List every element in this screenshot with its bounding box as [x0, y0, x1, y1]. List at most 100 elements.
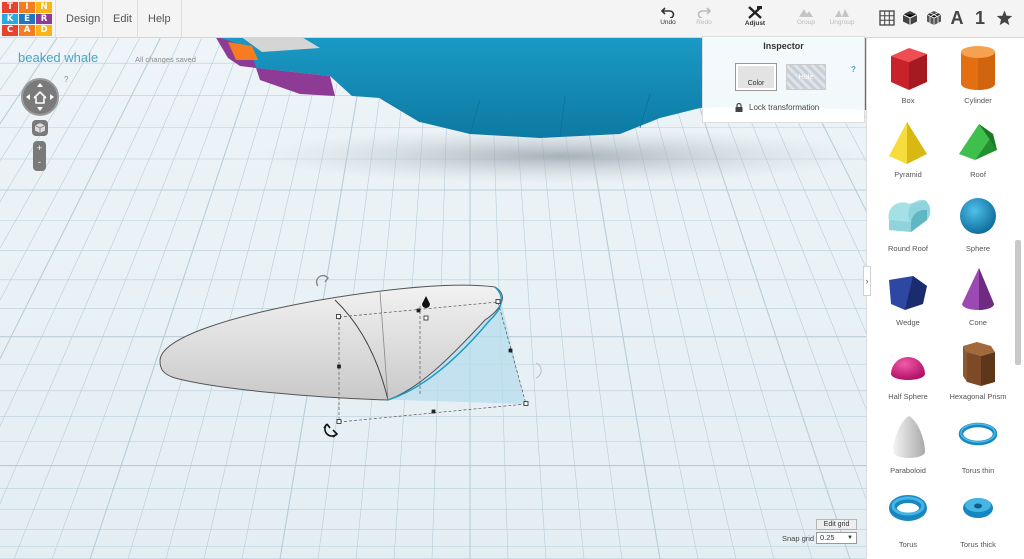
group-icon: [799, 9, 813, 17]
cone-icon: [962, 268, 995, 310]
top-toolbar: T I N K E R C A D Design Edit Help Undo …: [0, 0, 1024, 38]
ungroup-button[interactable]: Ungroup: [822, 6, 862, 34]
logo-letter: R: [36, 13, 52, 24]
shape-sphere[interactable]: Sphere: [943, 190, 1013, 260]
shape-cone[interactable]: Cone: [943, 264, 1013, 334]
patterned-cube-icon: [926, 11, 942, 25]
shape-torus-thick[interactable]: Torus thick: [943, 486, 1013, 556]
basic-shapes-button[interactable]: [901, 7, 919, 29]
lock-icon: [735, 103, 743, 112]
zoom-control[interactable]: + -: [33, 141, 46, 171]
pyramid-icon: [889, 122, 927, 164]
panel-collapse-handle[interactable]: ›: [863, 266, 871, 296]
shape-label: Wedge: [896, 318, 920, 327]
shape-label: Roof: [970, 170, 986, 179]
adjust-button[interactable]: Adjust: [735, 6, 775, 34]
chevron-down-icon: ▼: [847, 535, 853, 541]
shape-cylinder[interactable]: Cylinder: [943, 42, 1013, 112]
shape-roof[interactable]: Roof: [943, 116, 1013, 186]
edit-grid-button[interactable]: Edit grid: [816, 519, 857, 530]
save-status: All changes saved: [135, 55, 196, 64]
paraboloid-icon: [893, 416, 925, 458]
box-icon: [891, 48, 927, 90]
menu-edit[interactable]: Edit: [102, 0, 142, 38]
favorites-button[interactable]: [994, 7, 1014, 29]
logo-letter: E: [19, 13, 35, 24]
logo-letter: I: [19, 2, 35, 13]
shape-label: Torus thin: [961, 466, 995, 475]
shapes-panel-scrollbar[interactable]: [1015, 240, 1021, 365]
logo-letter: C: [2, 25, 18, 36]
group-button[interactable]: Group: [786, 6, 826, 34]
cylinder-icon: [961, 46, 995, 90]
undo-icon: [661, 7, 675, 18]
undo-button[interactable]: Undo: [648, 6, 688, 34]
shape-label: Pyramid: [894, 170, 922, 179]
color-button[interactable]: Color: [735, 63, 777, 91]
shape-label: Cone: [969, 318, 987, 327]
logo-letter: D: [36, 25, 52, 36]
menu-help[interactable]: Help: [137, 0, 182, 38]
redo-label: Redo: [696, 19, 712, 26]
shape-label: Sphere: [965, 244, 991, 253]
shape-wedge[interactable]: Wedge: [873, 264, 943, 334]
workplane-grid-button[interactable]: [878, 7, 896, 29]
ungroup-label: Ungroup: [829, 19, 855, 26]
view-help[interactable]: ?: [64, 75, 68, 84]
hexagonal-prism-icon: [963, 342, 995, 386]
shape-label: Round Roof: [887, 244, 929, 253]
torus-thin-icon: [958, 422, 998, 446]
redo-button[interactable]: Redo: [684, 6, 724, 34]
shape-half-sphere[interactable]: Half Sphere: [873, 338, 943, 408]
home-orbit-icon: [26, 83, 54, 111]
text-tool-button[interactable]: A: [948, 7, 966, 29]
logo-letter: T: [2, 2, 18, 13]
inspector-title: Inspector: [763, 41, 804, 51]
star-icon: [996, 10, 1012, 26]
undo-label: Undo: [660, 19, 676, 26]
logo-letter: K: [2, 13, 18, 24]
zoom-out-icon[interactable]: -: [33, 155, 46, 169]
snap-grid-value: 0.25: [820, 533, 835, 542]
wedge-icon: [889, 276, 927, 310]
redo-icon: [697, 7, 711, 18]
shapes-panel: Box Cylinder Pyramid Roof Round Roof Sph…: [866, 38, 1024, 559]
chevron-right-icon: ›: [865, 276, 869, 286]
zoom-in-icon[interactable]: +: [33, 141, 46, 155]
torus-thick-icon: [963, 498, 993, 518]
shape-label: Half Sphere: [888, 392, 928, 401]
shape-label: Torus: [898, 540, 918, 549]
view-cube-icon: [34, 123, 46, 133]
number-tool-button[interactable]: 1: [972, 7, 988, 29]
shape-round-roof[interactable]: Round Roof: [873, 190, 943, 260]
shape-box[interactable]: Box: [873, 42, 943, 112]
sphere-icon: [960, 198, 996, 234]
roof-icon: [959, 124, 997, 160]
shape-label: Hexagonal Prism: [949, 392, 1007, 401]
orbit-control[interactable]: [21, 78, 59, 116]
shape-pyramid[interactable]: Pyramid: [873, 116, 943, 186]
shape-hexagonal-prism[interactable]: Hexagonal Prism: [943, 338, 1013, 408]
round-roof-icon: [888, 199, 931, 232]
shape-paraboloid[interactable]: Paraboloid: [873, 412, 943, 482]
group-label: Group: [796, 19, 816, 26]
logo-letter: N: [36, 2, 52, 13]
snap-grid-label: Snap grid: [782, 534, 815, 543]
ungroup-icon: [835, 9, 849, 17]
grid-icon: [879, 10, 895, 26]
default-view-button[interactable]: [32, 120, 48, 136]
design-title[interactable]: beaked whale: [18, 50, 98, 65]
snap-grid-select[interactable]: 0.25 ▼: [816, 532, 857, 544]
shape-torus-thin[interactable]: Torus thin: [943, 412, 1013, 482]
inspector-help[interactable]: ?: [851, 65, 856, 74]
adjust-label: Adjust: [744, 20, 766, 27]
hole-button[interactable]: Hole: [786, 64, 826, 90]
adjust-icon: [748, 6, 762, 19]
tinkercad-logo[interactable]: T I N K E R C A D: [2, 2, 53, 36]
inspector-panel: Inspector Color Hole ? Lock transformati…: [702, 36, 865, 123]
torus-icon: [889, 495, 927, 521]
lock-transformation[interactable]: Lock transformation: [735, 103, 819, 112]
shape-torus[interactable]: Torus: [873, 486, 943, 556]
community-shapes-button[interactable]: [925, 7, 943, 29]
cube-icon: [902, 11, 918, 25]
